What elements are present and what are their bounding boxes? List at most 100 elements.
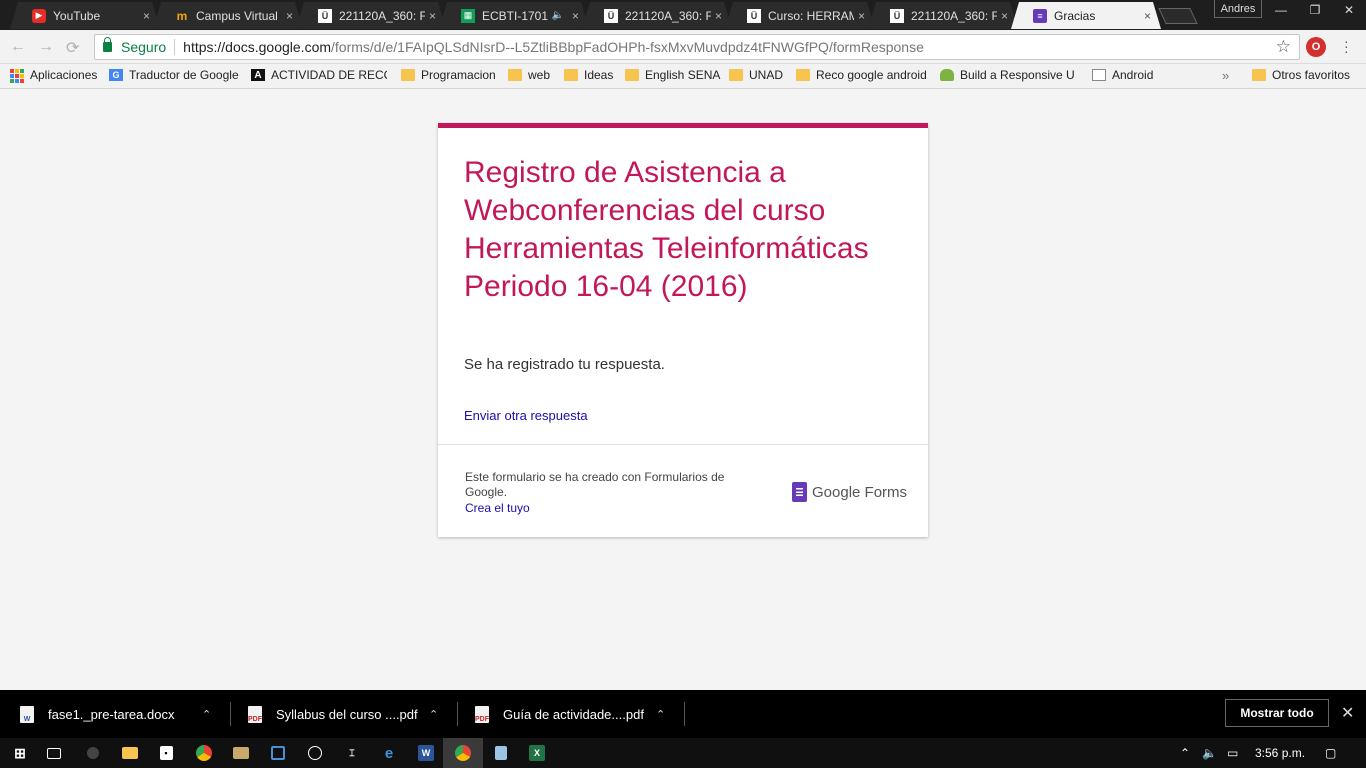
bookmark-otros-favoritos[interactable]: Otros favoritos [1252,68,1350,82]
photos-icon[interactable] [221,738,261,768]
bookmark-actividad[interactable]: A ACTIVIDAD DE RECON [251,68,387,82]
network-icon[interactable]: ▭ [1227,746,1238,760]
extension-icon[interactable]: O [1306,37,1326,57]
tab-close-icon[interactable]: × [572,9,579,23]
page-content: Registro de Asistencia a Webconferencias… [0,90,1366,690]
new-tab-button[interactable] [1158,8,1198,24]
app-icon[interactable] [258,738,298,768]
download-filename: Syllabus del curso ....pdf [276,706,418,722]
tab-campus-virtual[interactable]: m Campus Virtual × [153,2,303,29]
tab-course-2[interactable]: Ü 221120A_360: F × [582,2,732,29]
explorer-icon[interactable] [110,738,150,768]
bookmark-label: Reco google android [816,68,927,82]
bookmark-web[interactable]: web [508,68,550,82]
tab-ecbti[interactable]: ▦ ECBTI-1701 🔈 × [439,2,589,29]
download-item[interactable]: PDF Guía de actividade....pdf ⌃ [475,690,675,738]
forward-icon[interactable]: → [38,38,54,56]
tab-close-icon[interactable]: × [858,9,865,23]
pdf-file-icon: PDF [248,705,262,723]
folder-icon [796,69,810,81]
task-view-icon[interactable] [34,738,74,768]
download-item[interactable]: PDF Syllabus del curso ....pdf ⌃ [248,690,448,738]
chrome-menu-icon[interactable]: · · · [1344,34,1349,58]
unad-icon: Ü [318,9,332,23]
minimize-button[interactable]: — [1264,0,1298,20]
tray-chevron-icon[interactable]: ⌃ [1180,746,1190,760]
address-bar[interactable]: Seguro https://docs.google.com /forms/d/… [94,34,1300,60]
bookmark-reco-google-android[interactable]: Reco google android [796,68,927,82]
google-forms-logo[interactable]: Google Forms [792,482,907,502]
google-forms-brand: Google Forms [812,483,908,501]
bookmark-android[interactable]: Android [1092,68,1153,82]
back-icon[interactable]: ← [10,38,26,56]
tab-youtube[interactable]: ▶ YouTube × [10,2,160,29]
speaker-icon[interactable]: 🔈 [552,10,564,21]
tab-gracias[interactable]: ≡ Gracias × [1011,2,1161,29]
profile-button[interactable]: Andres [1214,0,1262,18]
bookmark-label: web [528,68,551,82]
bookmark-traductor[interactable]: G Traductor de Google [109,68,239,82]
volume-icon[interactable]: 🔈 [1202,746,1217,760]
bookmark-star-icon[interactable]: ☆ [1276,37,1291,57]
download-separator [684,702,685,726]
tab-close-icon[interactable]: × [429,9,436,23]
tab-close-icon[interactable]: × [715,9,722,23]
chevron-up-icon[interactable]: ⌃ [656,708,665,721]
bookmark-label: English SENA [645,68,721,82]
tab-close-icon[interactable]: × [1001,9,1008,23]
bookmark-unad[interactable]: UNAD [729,68,783,82]
tab-title: Campus Virtual [196,8,278,23]
chevron-up-icon[interactable]: ⌃ [202,708,211,721]
tab-title: ECBTI-1701 [482,8,549,23]
bookmark-build-responsive[interactable]: Build a Responsive UI [940,68,1074,82]
tab-close-icon[interactable]: × [1144,9,1151,23]
android-icon [940,69,954,81]
bookmark-label: Android [1112,68,1154,82]
excel-icon[interactable]: X [517,738,557,768]
bookmarks-overflow-icon[interactable]: » [1222,68,1229,83]
chrome-active-icon[interactable] [443,738,483,768]
tab-course-herramientas[interactable]: Ü Curso: HERRAM × [725,2,875,29]
tab-close-icon[interactable]: × [143,9,150,23]
close-download-shelf-icon[interactable]: ✕ [1341,703,1354,723]
chrome-icon[interactable] [184,738,224,768]
restore-button[interactable]: ❐ [1298,0,1332,20]
unad-icon: Ü [604,9,618,23]
folder-icon [401,69,415,81]
chevron-up-icon[interactable]: ⌃ [429,708,438,721]
forms-icon: ≡ [1033,9,1047,23]
terminal-icon[interactable]: ⌶ [332,738,372,768]
submit-another-response-link[interactable]: Enviar otra respuesta [464,408,588,423]
google-forms-icon [792,482,807,502]
firefox-icon[interactable] [73,738,113,768]
sync-icon[interactable] [295,738,335,768]
footer-text: Este formulario se ha creado con Formula… [465,470,725,499]
notes-icon[interactable] [481,738,521,768]
campus-icon: m [176,8,188,23]
bookmark-ideas[interactable]: Ideas [564,68,613,82]
tab-course-1[interactable]: Ü 221120A_360: F × [296,2,446,29]
tab-course-3[interactable]: Ü 221120A_360: F × [868,2,1018,29]
close-window-button[interactable]: ✕ [1332,0,1366,20]
form-response-card: Registro de Asistencia a Webconferencias… [438,123,928,537]
url-path: /forms/d/e/1FAIpQLSdNIsrD--L5ZtliBBbpFad… [331,39,924,55]
folder-icon [564,69,578,81]
unad-icon: Ü [747,9,761,23]
tab-close-icon[interactable]: × [286,9,293,23]
word-icon[interactable]: W [406,738,446,768]
bookmark-label: UNAD [749,68,784,82]
notifications-icon[interactable]: ▢ [1325,746,1336,760]
clock[interactable]: 3:56 p.m. [1255,746,1305,760]
create-your-own-link[interactable]: Crea el tuyo [465,501,530,515]
store-icon[interactable]: ▪ [146,738,186,768]
tab-title: Gracias [1054,8,1096,23]
edge-icon[interactable]: e [369,738,409,768]
secure-label: Seguro [121,39,167,55]
bookmark-english-sena[interactable]: English SENA [625,68,720,82]
bookmark-programacion[interactable]: Programacion [401,68,496,82]
bookmark-apps[interactable]: Aplicaciones [10,68,97,83]
show-all-downloads-button[interactable]: Mostrar todo [1225,699,1329,727]
reload-icon[interactable]: ⟳ [66,38,79,58]
folder-icon [508,69,522,81]
download-item[interactable]: W fase1._pre-tarea.docx ⌃ [20,690,220,738]
